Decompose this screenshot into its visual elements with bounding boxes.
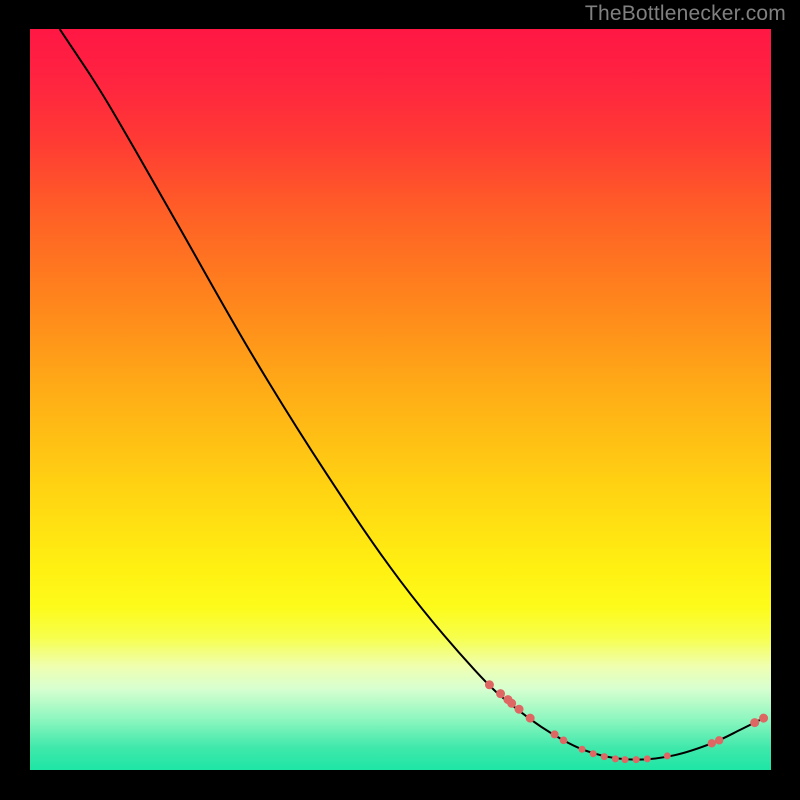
data-marker — [612, 755, 619, 762]
data-marker — [551, 730, 559, 738]
data-marker — [579, 746, 586, 753]
data-marker — [590, 750, 597, 757]
plot-area — [30, 29, 771, 770]
data-marker — [715, 736, 723, 744]
watermark-label: TheBottlenecker.com — [585, 2, 786, 26]
data-marker — [664, 752, 671, 759]
plot-svg — [30, 29, 771, 770]
data-marker — [485, 680, 494, 689]
data-marker — [560, 737, 568, 745]
data-marker — [759, 714, 768, 723]
chart-frame: TheBottlenecker.com — [0, 0, 800, 800]
data-marker — [507, 699, 516, 708]
data-marker — [526, 714, 535, 723]
data-marker — [708, 739, 716, 747]
data-marker — [633, 756, 640, 763]
data-marker — [750, 718, 759, 727]
data-marker — [496, 689, 505, 698]
data-marker — [601, 753, 608, 760]
data-marker — [515, 705, 524, 714]
data-marker — [644, 755, 651, 762]
gradient-background — [30, 29, 771, 770]
data-marker — [622, 756, 629, 763]
